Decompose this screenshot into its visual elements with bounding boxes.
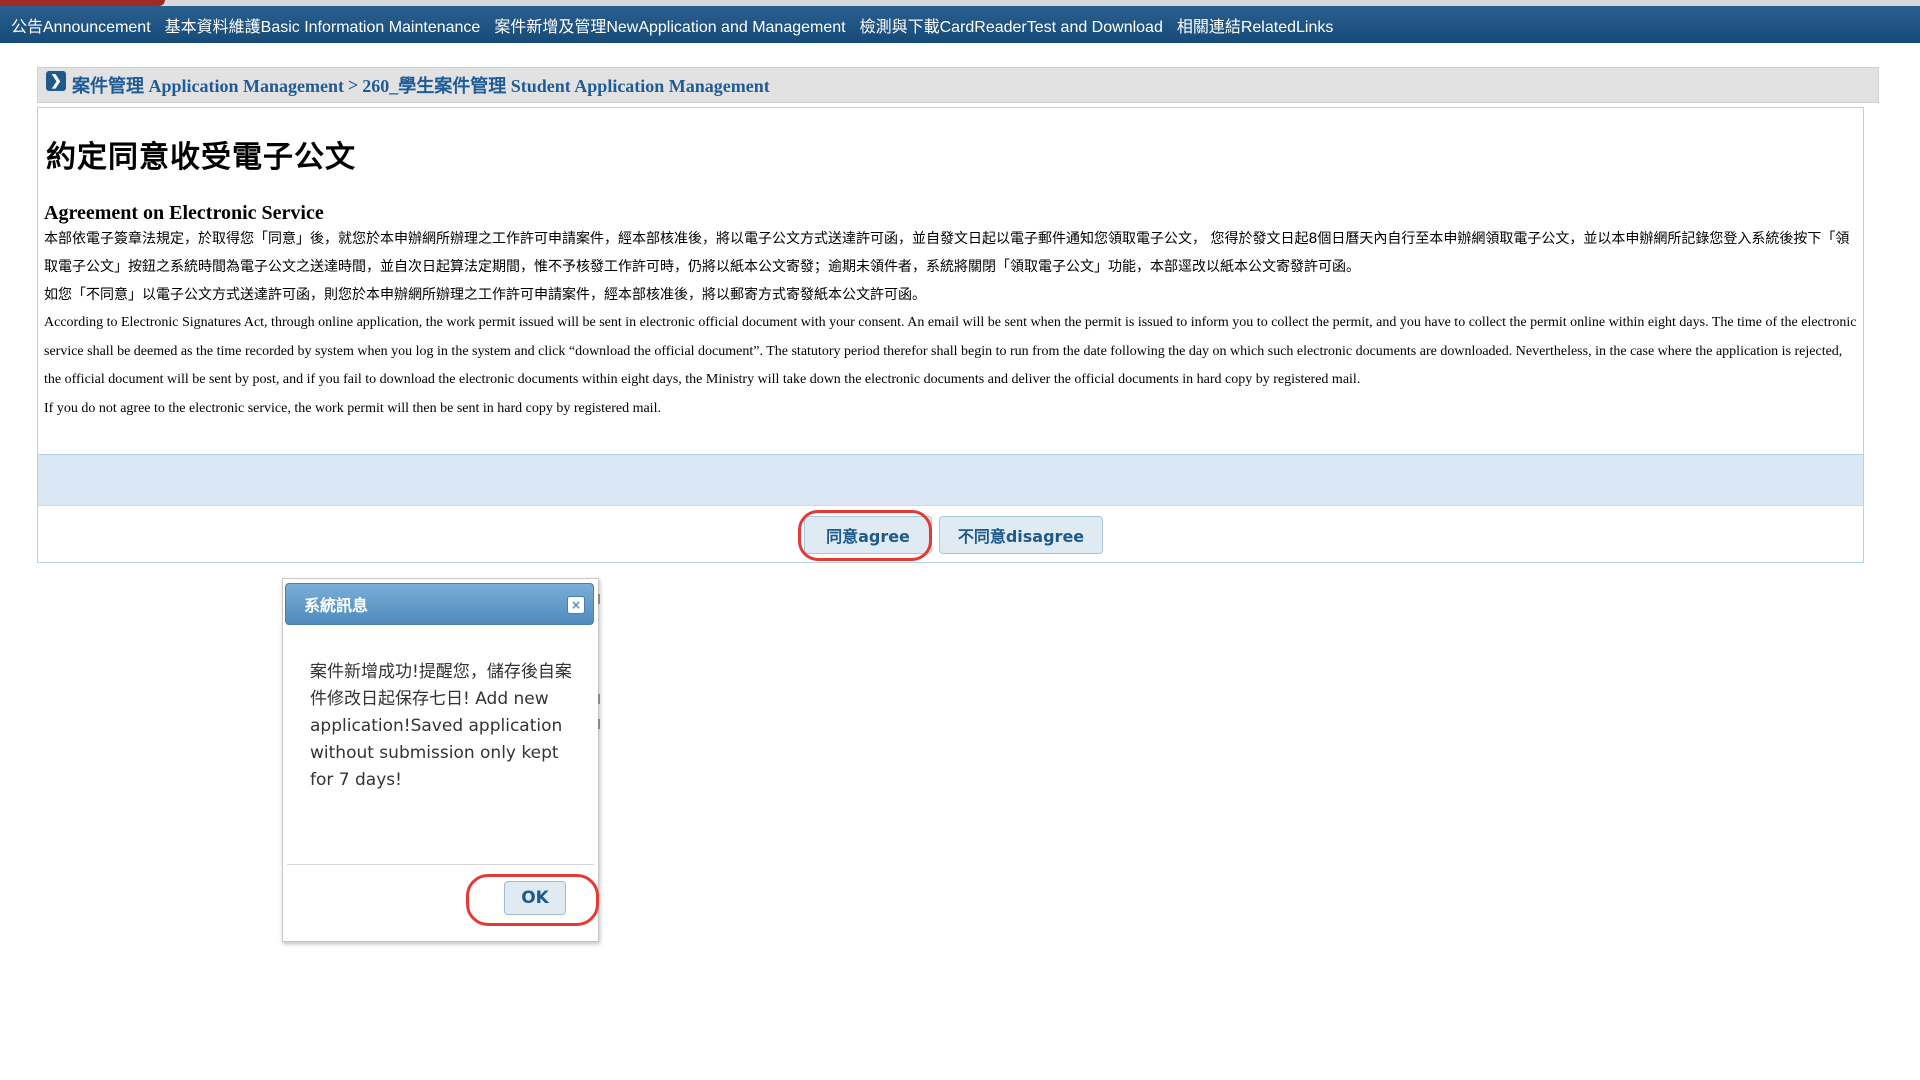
disagree-button[interactable]: 不同意disagree	[939, 516, 1103, 554]
agreement-text-en-1: According to Electronic Signatures Act, …	[44, 315, 1857, 387]
breadcrumb-student-application[interactable]: 260_學生案件管理 Student Application Managemen…	[362, 72, 770, 98]
separator-bar	[37, 455, 1864, 505]
dialog-message: 案件新增成功!提醒您，儲存後自案件修改日起保存七日! Add new appli…	[310, 662, 572, 790]
agreement-text-en-2: If you do not agree to the electronic se…	[44, 400, 661, 416]
dialog-title: 系統訊息	[304, 596, 369, 615]
agree-button[interactable]: 同意agree	[804, 516, 932, 554]
system-message-dialog: 系統訊息 × 案件新增成功!提醒您，儲存後自案件修改日起保存七日! Add ne…	[282, 578, 599, 942]
nav-item-cardreader[interactable]: 檢測與下載CardReaderTest and Download	[853, 13, 1170, 37]
agreement-content: 約定同意收受電子公文 Agreement on Electronic Servi…	[37, 107, 1864, 455]
section-heading: Agreement on Electronic Service	[44, 202, 324, 224]
dialog-edge-marks	[598, 594, 602, 744]
top-nav: 公告Announcement 基本資料維護Basic Information M…	[0, 6, 1920, 43]
page-title: 約定同意收受電子公文	[46, 140, 356, 175]
dialog-titlebar[interactable]: 系統訊息 ×	[285, 583, 594, 625]
chevron-right-icon: ❯	[46, 71, 66, 91]
agreement-text-zh-1: 本部依電子簽章法規定，於取得您「同意」後，就您於本申辦網所辦理之工作許可申請案件…	[44, 231, 1850, 275]
nav-item-announcement[interactable]: 公告Announcement	[4, 13, 158, 37]
breadcrumb: ❯ 案件管理 Application Management > 260_學生案件…	[37, 67, 1879, 103]
breadcrumb-application-management[interactable]: 案件管理 Application Management	[72, 72, 344, 98]
agreement-text-zh-2: 如您「不同意」以電子公文方式送達許可函，則您於本申辦網所辦理之工作許可申請案件，…	[44, 287, 926, 303]
page: 公告Announcement 基本資料維護Basic Information M…	[0, 0, 1920, 1080]
nav-item-new-application[interactable]: 案件新增及管理NewApplication and Management	[487, 13, 852, 37]
button-row: 同意agree 不同意disagree	[37, 505, 1864, 563]
dialog-divider	[287, 864, 594, 865]
breadcrumb-separator: >	[348, 74, 359, 95]
close-icon[interactable]: ×	[567, 596, 585, 614]
ok-button[interactable]: OK	[504, 881, 566, 915]
nav-item-related-links[interactable]: 相關連結RelatedLinks	[1170, 13, 1341, 37]
nav-item-basic-info[interactable]: 基本資料維護Basic Information Maintenance	[158, 13, 488, 37]
